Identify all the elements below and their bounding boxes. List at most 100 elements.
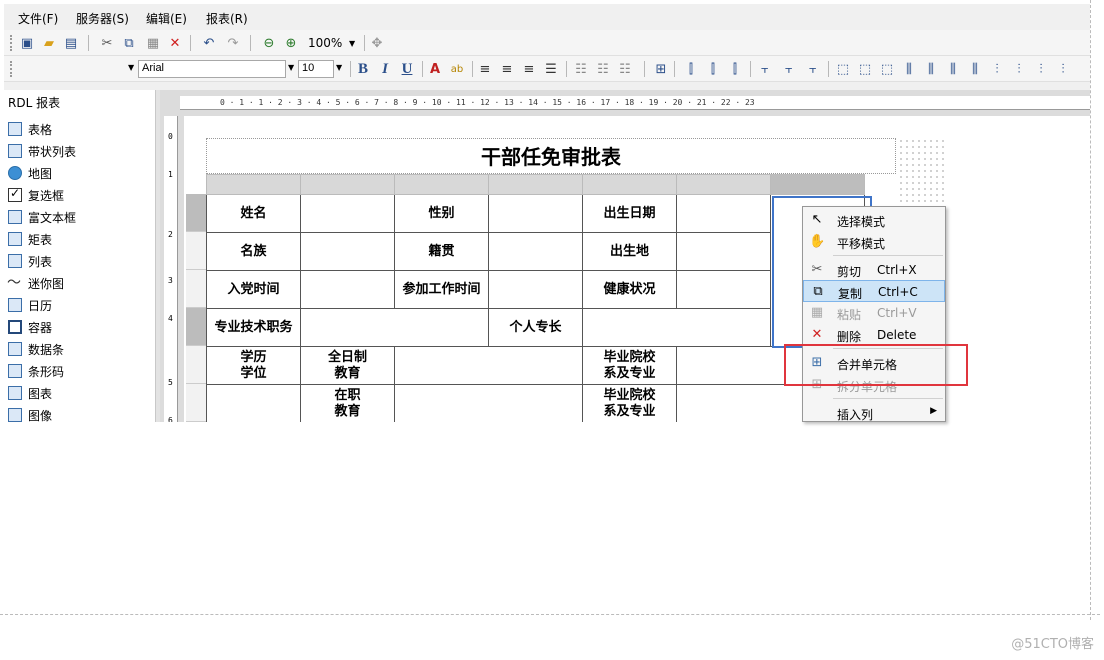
column-handle[interactable] [488, 174, 583, 195]
menu-item-insert-column[interactable]: 插入列 ▶ [803, 402, 945, 421]
font-name-select[interactable]: Arial [138, 60, 286, 78]
table-cell[interactable] [488, 194, 583, 233]
v-spacing-decrease-icon[interactable]: ⫶ [1032, 60, 1050, 78]
column-handle[interactable] [582, 174, 677, 195]
font-color-icon[interactable]: A [426, 60, 444, 78]
column-handle[interactable] [394, 174, 489, 195]
toolbox-item-calendar[interactable]: 日历 [8, 294, 76, 316]
chevron-down-icon[interactable]: ▼ [349, 39, 355, 48]
table-cell[interactable]: 参加工作时间 [394, 270, 489, 309]
v-spacing-increase-icon[interactable]: ⫶ [1010, 60, 1028, 78]
toolbox-item-sparkline[interactable]: 迷你图 [7, 272, 76, 294]
row-handle[interactable] [186, 308, 206, 346]
align-left-icon[interactable]: ≡ [476, 60, 494, 78]
table-cell[interactable]: 在职 教育 [300, 384, 395, 422]
table-row[interactable]: 专业技术职务 个人专长 [206, 308, 865, 347]
zoom-level[interactable]: 100% [308, 36, 342, 50]
table-cell[interactable]: 出生日期 [582, 194, 677, 233]
menu-report[interactable]: 报表(R) [206, 10, 248, 27]
redo-icon[interactable]: ↷ [224, 34, 242, 52]
table-row[interactable]: 名族 籍贯 出生地 [206, 232, 865, 271]
table-cell[interactable] [300, 308, 489, 347]
table-cell[interactable]: 入党时间 [206, 270, 301, 309]
report-title[interactable]: 干部任免审批表 [206, 138, 896, 174]
column-handle[interactable] [206, 174, 301, 195]
open-folder-icon[interactable]: ▰ [40, 34, 58, 52]
menu-item-copy[interactable]: ⧉ 复制 Ctrl+C [803, 280, 945, 302]
table-cell[interactable]: 全日制 教育 [300, 346, 395, 385]
table-cell[interactable]: 毕业院校 系及专业 [582, 346, 677, 385]
row-handle[interactable] [186, 194, 206, 232]
toolbox-item-chart[interactable]: 图表 [8, 382, 76, 404]
table-layout-icon[interactable]: ⊞ [652, 60, 670, 78]
undo-icon[interactable]: ↶ [200, 34, 218, 52]
align-tops-icon[interactable]: ⫟ [756, 60, 774, 78]
table-cell[interactable] [676, 270, 771, 309]
toolbar-grip[interactable] [10, 61, 12, 77]
paste-icon[interactable]: ▦ [144, 34, 162, 52]
table-cell[interactable] [206, 384, 301, 422]
indent-icon[interactable]: ☷ [594, 60, 612, 78]
table-row[interactable]: 学历 学位 全日制 教育 毕业院校 系及专业 [206, 346, 865, 385]
table-cell[interactable] [488, 270, 583, 309]
same-width-icon[interactable]: ⬚ [834, 60, 852, 78]
align-bottoms-icon[interactable]: ⫟ [804, 60, 822, 78]
table-cell[interactable]: 学历 学位 [206, 346, 301, 385]
menu-file[interactable]: 文件(F) [18, 10, 58, 27]
chevron-down-icon[interactable]: ▼ [336, 63, 342, 72]
table-cell[interactable] [676, 194, 771, 233]
table-cell[interactable]: 性别 [394, 194, 489, 233]
underline-button[interactable]: U [398, 60, 416, 78]
table-row[interactable]: 入党时间 参加工作时间 健康状况 [206, 270, 865, 309]
align-centers-icon[interactable]: ⫿ [704, 60, 722, 78]
table-cell[interactable]: 专业技术职务 [206, 308, 301, 347]
table-header-row[interactable] [206, 174, 865, 195]
chevron-down-icon[interactable]: ▼ [128, 63, 134, 72]
menu-item-pan-mode[interactable]: ✋ 平移模式 [803, 231, 945, 253]
same-height-icon[interactable]: ⬚ [856, 60, 874, 78]
delete-icon[interactable]: ✕ [166, 34, 184, 52]
table-row[interactable]: 在职 教育 毕业院校 系及专业 [206, 384, 865, 422]
menu-item-paste[interactable]: ▦ 粘贴 Ctrl+V [803, 302, 945, 324]
table-cell[interactable]: 个人专长 [488, 308, 583, 347]
toolbox-item-richtext[interactable]: 富文本框 [8, 206, 76, 228]
column-handle[interactable] [770, 174, 865, 195]
toolbox-item-container[interactable]: 容器 [8, 316, 76, 338]
table-cell[interactable] [488, 232, 583, 271]
h-spacing-icon[interactable]: ⫼ [900, 60, 918, 78]
toolbox-item-table[interactable]: 表格 [8, 118, 76, 140]
menu-server[interactable]: 服务器(S) [76, 10, 129, 27]
toolbar-grip[interactable] [10, 35, 12, 51]
table-row[interactable]: 姓名 性别 出生日期 [206, 194, 865, 347]
table-cell[interactable]: 姓名 [206, 194, 301, 233]
table-cell[interactable] [582, 308, 771, 347]
align-center-icon[interactable]: ≡ [498, 60, 516, 78]
toolbox-item-map[interactable]: 地图 [8, 162, 76, 184]
row-handle[interactable] [186, 270, 206, 308]
zoom-in-icon[interactable]: ⊕ [282, 34, 300, 52]
outdent-icon[interactable]: ☷ [616, 60, 634, 78]
save-icon[interactable]: ▤ [62, 34, 80, 52]
chevron-down-icon[interactable]: ▼ [288, 63, 294, 72]
table-cell[interactable] [676, 232, 771, 271]
align-middles-icon[interactable]: ⫟ [780, 60, 798, 78]
table-cell[interactable] [300, 232, 395, 271]
v-spacing-remove-icon[interactable]: ⫶ [1054, 60, 1072, 78]
zoom-out-icon[interactable]: ⊖ [260, 34, 278, 52]
v-spacing-icon[interactable]: ⫶ [988, 60, 1006, 78]
menu-item-cut[interactable]: ✂ 剪切 Ctrl+X [803, 259, 945, 281]
column-handle[interactable] [676, 174, 771, 195]
table-cell[interactable]: 健康状况 [582, 270, 677, 309]
toolbox-item-checkbox[interactable]: 复选框 [8, 184, 76, 206]
row-handle[interactable] [186, 346, 206, 384]
table-cell[interactable] [300, 270, 395, 309]
new-icon[interactable]: ▣ [18, 34, 36, 52]
column-handle[interactable] [300, 174, 395, 195]
table-cell[interactable]: 籍贯 [394, 232, 489, 271]
table-cell[interactable]: 毕业院校 系及专业 [582, 384, 677, 422]
toolbox-item-barcode[interactable]: 条形码 [8, 360, 76, 382]
table-cell[interactable] [394, 384, 583, 422]
table-cell[interactable] [300, 194, 395, 233]
h-spacing-remove-icon[interactable]: ⫼ [966, 60, 984, 78]
table-cell[interactable]: 出生地 [582, 232, 677, 271]
